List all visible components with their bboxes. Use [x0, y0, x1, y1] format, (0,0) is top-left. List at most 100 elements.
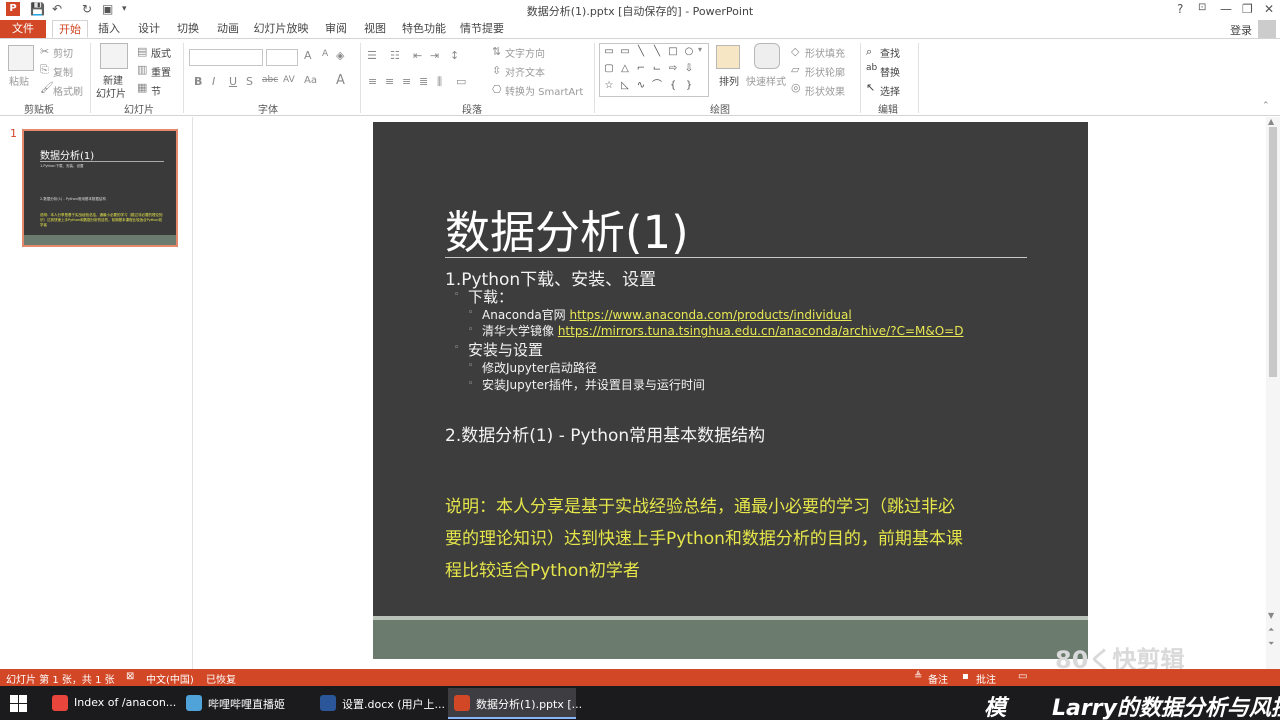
note-line-2[interactable]: 要的理论知识）达到快速上手Python和数据分析的目的，前期基本课 — [445, 524, 963, 549]
reset-button[interactable]: 重置 — [151, 64, 171, 79]
close-button[interactable]: ✕ — [1264, 2, 1274, 16]
tab-view[interactable]: 视图 — [360, 20, 390, 38]
oval-shape-icon[interactable]: ○ — [682, 45, 696, 58]
ribbon-display-icon[interactable]: ⊡ — [1198, 2, 1206, 13]
jupyter-plugin-item[interactable]: 安装Jupyter插件，并设置目录与运行时间 — [482, 376, 705, 393]
scrollbar-thumb[interactable] — [1269, 127, 1277, 377]
restore-button[interactable]: ❐ — [1242, 2, 1253, 16]
paste-icon[interactable] — [8, 45, 34, 71]
section2-heading[interactable]: 2.数据分析(1) - Python常用基本数据结构 — [445, 421, 765, 446]
note-line-3[interactable]: 程比较适合Python初学者 — [445, 556, 640, 581]
tab-home[interactable]: 开始 — [52, 20, 88, 38]
start-button-icon[interactable] — [10, 695, 28, 713]
taskbar-item-chrome[interactable]: Index of /anacon... — [46, 688, 176, 719]
spellcheck-icon[interactable]: ⊠ — [126, 671, 134, 682]
jupyter-path-item[interactable]: 修改Jupyter启动路径 — [482, 359, 597, 376]
arrange-button[interactable]: 排列 — [719, 73, 739, 88]
brace-right-shape-icon[interactable]: } — [682, 79, 696, 92]
underline-button[interactable]: U — [229, 75, 237, 88]
text-direction-button[interactable]: 文字方向 — [505, 45, 545, 60]
user-avatar-icon[interactable] — [1258, 20, 1276, 38]
download-heading[interactable]: 下载： — [468, 286, 513, 307]
star-shape-icon[interactable]: ☆ — [602, 79, 616, 92]
bold-button[interactable]: B — [194, 75, 202, 88]
curve-shape-icon[interactable]: ∿ — [634, 79, 648, 92]
decrease-indent-icon[interactable]: ⇤ — [413, 49, 422, 62]
slide-thumbnail[interactable]: 数据分析(1) 1.Python下载、安装、设置 2.数据分析(1) - Pyt… — [22, 129, 178, 247]
scroll-up-icon[interactable]: ▲ — [1268, 117, 1274, 126]
font-size-select[interactable] — [266, 49, 298, 66]
comments-button[interactable]: 批注 — [976, 671, 996, 686]
align-text-button[interactable]: 对齐文本 — [505, 64, 545, 79]
quick-styles-icon[interactable] — [754, 43, 780, 69]
notes-button[interactable]: 备注 — [928, 671, 948, 686]
minimize-button[interactable]: — — [1220, 2, 1232, 16]
right-arrow-shape-icon[interactable]: ⇨ — [666, 62, 680, 75]
align-left-icon[interactable]: ≡ — [368, 75, 377, 88]
line-spacing-icon[interactable]: ↕ — [450, 49, 459, 62]
taskbar-item-word[interactable]: 设置.docx (用户上... — [314, 688, 445, 719]
clear-format-icon[interactable]: ◈ — [336, 49, 344, 62]
grow-font-icon[interactable]: A — [304, 49, 312, 62]
anaconda-link[interactable]: https://www.anaconda.com/products/indivi… — [570, 308, 852, 322]
elbow-shape-icon[interactable]: ⌙ — [650, 62, 664, 75]
tab-insert[interactable]: 插入 — [94, 20, 124, 38]
login-link[interactable]: 登录 — [1230, 22, 1252, 38]
taskbar-item-bilibili[interactable]: 哔哩哔哩直播姬 — [180, 688, 308, 719]
shape-effects-button[interactable]: 形状效果 — [805, 83, 845, 98]
cut-button[interactable]: 剪切 — [53, 45, 73, 60]
arrow-line-shape-icon[interactable]: ╲ — [650, 45, 664, 58]
shapes-gallery[interactable]: ▭ ▭ ╲ ╲ □ ○ ▢ △ ⌐ ⌙ ⇨ ⇩ ☆ ◺ ∿ ⌒ { } — [599, 43, 709, 97]
down-arrow-shape-icon[interactable]: ⇩ — [682, 62, 696, 75]
triangle-shape-icon[interactable]: △ — [618, 62, 632, 75]
shape-outline-button[interactable]: 形状轮廓 — [805, 64, 845, 79]
quick-styles-button[interactable]: 快速样式 — [746, 73, 786, 88]
layout-button[interactable]: 版式 — [151, 45, 171, 60]
section-button[interactable]: 节 — [151, 83, 161, 98]
format-painter-button[interactable]: 格式刷 — [53, 83, 83, 98]
italic-button[interactable]: I — [212, 75, 215, 88]
change-case-button[interactable]: Aa — [304, 75, 317, 86]
line-shape-icon[interactable]: ╲ — [634, 45, 648, 58]
tab-design[interactable]: 设计 — [134, 20, 164, 38]
rounded-rect-shape-icon[interactable]: ▢ — [602, 62, 616, 75]
increase-indent-icon[interactable]: ⇥ — [430, 49, 439, 62]
replace-button[interactable]: 替换 — [880, 64, 900, 79]
tsinghua-link[interactable]: https://mirrors.tuna.tsinghua.edu.cn/ana… — [558, 324, 964, 338]
arc-shape-icon[interactable]: ⌒ — [650, 79, 664, 92]
find-button[interactable]: 查找 — [880, 45, 900, 60]
rectangle-shape-icon[interactable]: □ — [666, 45, 680, 58]
tab-review[interactable]: 审阅 — [321, 20, 351, 38]
brace-left-shape-icon[interactable]: { — [666, 79, 680, 92]
paragraph-settings-icon[interactable]: ▭ — [456, 75, 466, 88]
bullets-icon[interactable]: ☰ — [367, 49, 377, 62]
normal-view-icon[interactable]: ▭ — [1018, 671, 1027, 682]
language-indicator[interactable]: 中文(中国) — [146, 671, 194, 686]
justify-icon[interactable]: ≣ — [419, 75, 428, 88]
connector-shape-icon[interactable]: ⌐ — [634, 62, 648, 75]
slide-title[interactable]: 数据分析(1) — [445, 196, 689, 261]
tab-slideshow[interactable]: 幻灯片放映 — [252, 20, 310, 38]
arrange-icon[interactable] — [716, 45, 740, 69]
tab-file[interactable]: 文件 — [0, 20, 46, 38]
convert-smartart-button[interactable]: 转换为 SmartArt — [505, 83, 583, 98]
shadow-button[interactable]: S — [246, 75, 253, 88]
font-color-button[interactable]: A — [336, 73, 345, 88]
note-line-1[interactable]: 说明：本人分享是基于实战经验总结，通最小必要的学习（跳过非必 — [445, 492, 955, 517]
install-heading[interactable]: 安装与设置 — [468, 339, 543, 360]
align-right-icon[interactable]: ≡ — [402, 75, 411, 88]
prev-slide-icon[interactable]: ⏶ — [1268, 625, 1274, 635]
next-slide-icon[interactable]: ⏷ — [1268, 639, 1274, 649]
anaconda-line[interactable]: Anaconda官网 https://www.anaconda.com/prod… — [482, 306, 852, 323]
align-center-icon[interactable]: ≡ — [385, 75, 394, 88]
taskbar-item-powerpoint[interactable]: 数据分析(1).pptx [... — [448, 688, 582, 719]
new-slide-dropdown[interactable]: 幻灯片 — [96, 85, 126, 100]
shape-fill-button[interactable]: 形状填充 — [805, 45, 845, 60]
new-slide-icon[interactable] — [100, 43, 128, 69]
gallery-more-icon[interactable]: ▾ — [698, 45, 702, 54]
tsinghua-line[interactable]: 清华大学镜像 https://mirrors.tuna.tsinghua.edu… — [482, 322, 963, 339]
help-button[interactable]: ? — [1177, 2, 1183, 16]
scroll-down-icon[interactable]: ▼ — [1268, 611, 1274, 620]
paste-button[interactable]: 粘贴 — [9, 73, 29, 88]
shrink-font-icon[interactable]: A — [322, 49, 328, 59]
